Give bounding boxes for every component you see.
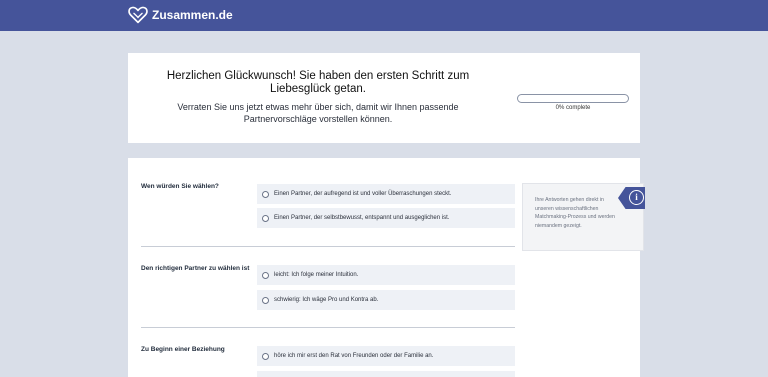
option-label: Einen Partner, der selbstbewusst, entspa… [274, 215, 450, 221]
section-divider [141, 327, 515, 328]
info-icon[interactable]: i [629, 190, 644, 205]
radio-button[interactable] [262, 190, 269, 198]
question-2-label: Den richtigen Partner zu wählen ist [141, 265, 250, 272]
option-label: höre ich mir erst den Rat von Freunden o… [274, 353, 434, 359]
progress-bar [517, 94, 629, 103]
radio-button[interactable] [262, 214, 269, 222]
heart-logo-icon [128, 6, 148, 24]
headline-line-2: Liebesglück getan. [270, 83, 366, 95]
question-3-option-1[interactable]: höre ich mir erst den Rat von Freunden o… [257, 346, 515, 366]
question-1-option-1[interactable]: Einen Partner, der aufregend ist und vol… [257, 184, 515, 204]
question-2-option-1[interactable]: leicht: Ich folge meiner Intuition. [257, 265, 515, 285]
question-1-label: Wen würden Sie wählen? [141, 183, 219, 190]
welcome-subtext: Verraten Sie uns jetzt etwas mehr über s… [148, 101, 488, 125]
brand-name: Zusammen.de [152, 8, 233, 22]
progress-label: 0% complete [555, 105, 591, 111]
headline-line-1: Herzlichen Glückwunsch! Sie haben den er… [166, 70, 470, 82]
privacy-info-text: Ihre Antworten gehen direkt in unseren w… [535, 197, 615, 229]
radio-button[interactable] [262, 296, 269, 304]
option-label: Einen Partner, der aufregend ist und vol… [274, 191, 452, 197]
welcome-headline: Herzlichen Glückwunsch! Sie haben den er… [148, 70, 488, 96]
top-navigation-bar: Zusammen.de [0, 0, 768, 31]
subtext-line-1: Verraten Sie uns jetzt etwas mehr über s… [177, 102, 459, 112]
questionnaire-card: Wen würden Sie wählen? Einen Partner, de… [128, 158, 645, 377]
question-3-label: Zu Beginn einer Beziehung [141, 346, 225, 353]
subtext-line-2: Partnervorschläge vorstellen können. [243, 114, 393, 124]
welcome-card: Herzlichen Glückwunsch! Sie haben den er… [128, 53, 640, 143]
option-label: schwierig: Ich wäge Pro und Kontra ab. [274, 297, 379, 303]
option-label: leicht: Ich folge meiner Intuition. [274, 272, 359, 278]
question-3-option-2[interactable] [257, 371, 515, 377]
radio-button[interactable] [262, 352, 269, 360]
question-1-option-2[interactable]: Einen Partner, der selbstbewusst, entspa… [257, 208, 515, 228]
question-2-option-2[interactable]: schwierig: Ich wäge Pro und Kontra ab. [257, 290, 515, 310]
section-divider [141, 246, 515, 247]
brand-logo[interactable]: Zusammen.de [128, 6, 233, 24]
radio-button[interactable] [262, 271, 269, 279]
